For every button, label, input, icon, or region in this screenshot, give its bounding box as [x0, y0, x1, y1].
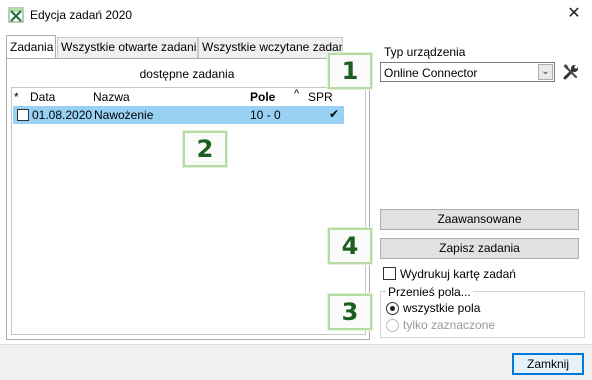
close-button[interactable]: Zamknij	[512, 353, 584, 375]
sort-ascending-icon: ^	[294, 88, 300, 100]
chevron-down-icon[interactable]: ⌄	[538, 64, 553, 80]
print-card-label[interactable]: Wydrukuj kartę zadań	[400, 267, 516, 281]
excel-app-icon	[8, 7, 24, 23]
advanced-button[interactable]: Zaawansowane	[380, 209, 579, 230]
callout-1: 1	[328, 53, 372, 89]
tasks-grid[interactable]: * Data Nazwa Pole ^ SPR 01.08.2020 Nawoż…	[11, 87, 366, 335]
checkmark-icon: ✔	[329, 107, 340, 121]
row-checkbox[interactable]	[17, 109, 29, 121]
callout-2: 2	[183, 131, 227, 167]
device-type-select[interactable]: Online Connector ⌄	[380, 62, 555, 82]
column-header-spr[interactable]: SPR	[308, 90, 333, 104]
column-header-date[interactable]: Data	[30, 90, 55, 104]
window-close-button[interactable]: ✕	[560, 4, 588, 26]
column-header-star[interactable]: *	[14, 90, 19, 104]
all-fields-label[interactable]: wszystkie pola	[403, 301, 480, 315]
column-header-name[interactable]: Nazwa	[93, 90, 130, 104]
table-row[interactable]: 01.08.2020 Nawożenie 10 - 0 ✔	[13, 106, 344, 124]
list-caption: dostępne zadania	[139, 67, 235, 81]
tools-icon[interactable]	[562, 63, 580, 81]
tab-label: Zadania	[10, 40, 54, 54]
selected-only-label: tylko zaznaczone	[403, 318, 496, 332]
title-bar: Edycja zadań 2020 ✕	[0, 0, 592, 30]
tab-label: Wszystkie wczytane zadania	[202, 40, 343, 54]
column-header-field[interactable]: Pole	[250, 90, 275, 104]
dialog-footer: Zamknij	[0, 344, 592, 380]
all-fields-radio[interactable]	[386, 302, 399, 315]
callout-4: 4	[328, 228, 372, 264]
device-type-value: Online Connector	[384, 66, 478, 80]
device-type-label: Typ urządzenia	[384, 45, 466, 59]
tasks-panel: dostępne zadania * Data Nazwa Pole ^ SPR…	[6, 58, 370, 340]
row-date: 01.08.2020	[32, 108, 93, 122]
print-card-checkbox[interactable]	[383, 267, 396, 280]
row-field: 10 - 0	[250, 108, 281, 122]
save-tasks-button[interactable]: Zapisz zadania	[380, 238, 579, 259]
window-title: Edycja zadań 2020	[30, 8, 133, 22]
tab-zadania[interactable]: Zadania	[6, 35, 56, 58]
grid-header: * Data Nazwa Pole ^ SPR	[12, 88, 365, 106]
row-name: Nawożenie	[94, 108, 154, 122]
radio-selected-dot	[390, 306, 395, 311]
transfer-fields-label: Przenieś pola...	[386, 285, 473, 299]
close-icon: ✕	[567, 5, 581, 22]
tab-all-open[interactable]: Wszystkie otwarte zadania	[57, 37, 198, 58]
callout-3: 3	[328, 294, 372, 330]
tab-all-loaded[interactable]: Wszystkie wczytane zadania	[198, 37, 343, 58]
selected-only-radio	[386, 319, 399, 332]
tab-label: Wszystkie otwarte zadania	[61, 40, 198, 54]
